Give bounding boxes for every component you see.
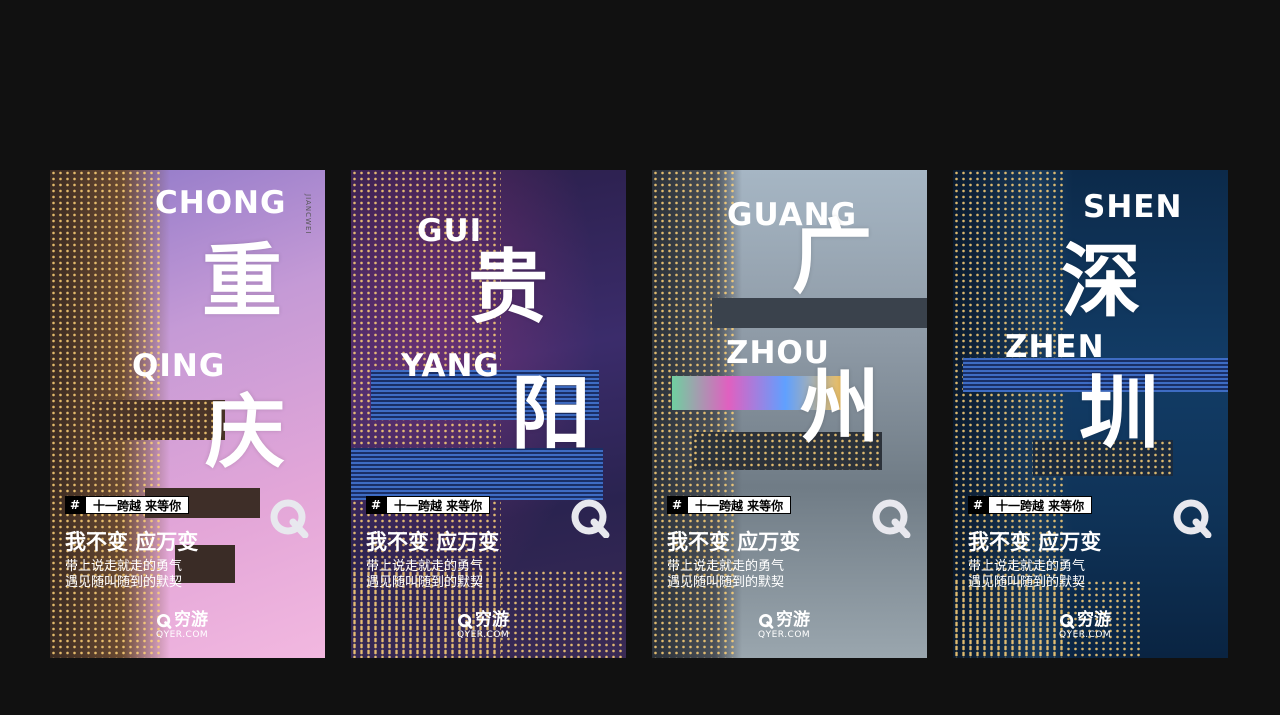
roman-bottom: YANG [401, 348, 500, 384]
hash-icon: # [968, 496, 988, 514]
roman-top: SHEN [1083, 189, 1183, 225]
tagline-2: 遇见随叫随到的默契 [366, 575, 484, 590]
slogan: 我不变 应万变 [667, 530, 801, 554]
hashtag-text: 十一跨越 来等你 [85, 496, 190, 514]
roman-bottom: ZHEN [1005, 329, 1105, 365]
slogan: 我不变 应万变 [366, 530, 500, 554]
brand-logo: 穷游 QYER.COM [758, 610, 811, 641]
tagline-2: 遇见随叫随到的默契 [65, 575, 183, 590]
hanzi-bottom: 圳 [1079, 367, 1159, 460]
poster-gallery: JIANCWEI CHONG 重 QING 庆 # 十一跨越 来等你 我不变 应… [50, 170, 1228, 658]
poster-guangzhou[interactable]: GUANG 广 ZHOU 州 # 十一跨越 来等你 我不变 应万变 带上说走就走… [652, 170, 927, 658]
hashtag-text: 十一跨越 来等你 [386, 496, 491, 514]
hashtag-text: 十一跨越 来等你 [988, 496, 1093, 514]
hanzi-bottom: 庆 [205, 386, 285, 479]
qyer-logo-icon [759, 613, 774, 629]
brand-domain: QYER.COM [156, 630, 209, 640]
brand-name: 穷游 [776, 610, 810, 630]
hashtag-label: # 十一跨越 来等你 [366, 496, 491, 514]
tagline-2: 遇见随叫随到的默契 [968, 575, 1086, 590]
brand-domain: QYER.COM [457, 630, 510, 640]
poster-chongqing[interactable]: JIANCWEI CHONG 重 QING 庆 # 十一跨越 来等你 我不变 应… [50, 170, 325, 658]
hash-icon: # [65, 496, 85, 514]
poster-guiyang[interactable]: GUI 贵 YANG 阳 # 十一跨越 来等你 我不变 应万变 带上说走就走的勇… [351, 170, 626, 658]
hashtag-label: # 十一跨越 来等你 [968, 496, 1093, 514]
qyer-q-icon [1173, 499, 1212, 538]
qyer-logo-icon [458, 613, 473, 629]
brand-logo: 穷游 QYER.COM [457, 610, 510, 641]
hanzi-top: 贵 [468, 241, 548, 334]
slogan: 我不变 应万变 [968, 530, 1102, 554]
roman-top: CHONG [155, 185, 287, 221]
brand-name: 穷游 [1077, 610, 1111, 630]
brand-name: 穷游 [475, 610, 509, 630]
hanzi-top: 广 [792, 211, 872, 304]
hanzi-bottom: 州 [800, 361, 880, 454]
tagline-2: 遇见随叫随到的默契 [667, 575, 785, 590]
qyer-q-icon [872, 499, 911, 538]
brand-domain: QYER.COM [758, 630, 811, 640]
brand-logo: 穷游 QYER.COM [156, 610, 209, 641]
qyer-q-icon [571, 499, 610, 538]
qyer-q-icon [270, 499, 309, 538]
hanzi-bottom: 阳 [511, 367, 591, 460]
watermark: JIANCWEI [304, 194, 312, 235]
hanzi-top: 深 [1061, 235, 1141, 328]
hanzi-top: 重 [202, 235, 282, 328]
brand-name: 穷游 [174, 610, 208, 630]
hashtag-text: 十一跨越 来等你 [687, 496, 792, 514]
hashtag-label: # 十一跨越 来等你 [667, 496, 792, 514]
brand-logo: 穷游 QYER.COM [1059, 610, 1112, 641]
qyer-logo-icon [1060, 613, 1075, 629]
roman-bottom: QING [132, 348, 226, 384]
hash-icon: # [366, 496, 386, 514]
hash-icon: # [667, 496, 687, 514]
hashtag-label: # 十一跨越 来等你 [65, 496, 190, 514]
slogan: 我不变 应万变 [65, 530, 199, 554]
qyer-logo-icon [157, 613, 172, 629]
brand-domain: QYER.COM [1059, 630, 1112, 640]
poster-shenzhen[interactable]: SHEN 深 ZHEN 圳 # 十一跨越 来等你 我不变 应万变 带上说走就走的… [953, 170, 1228, 658]
